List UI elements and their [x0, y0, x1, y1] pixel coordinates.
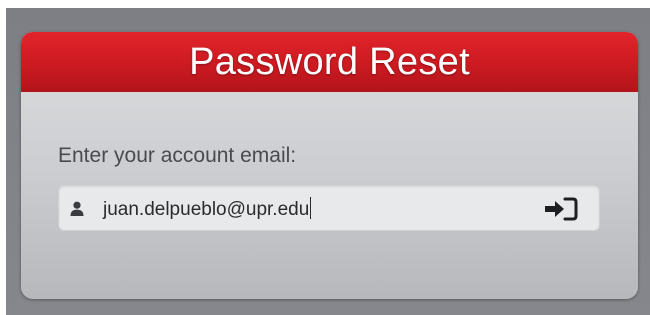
user-icon [68, 200, 86, 218]
email-prompt-label: Enter your account email: [58, 144, 297, 167]
password-reset-dialog: Password Reset Enter your account email:… [21, 32, 638, 299]
sign-in-icon[interactable] [543, 196, 579, 222]
dialog-header: Password Reset [21, 32, 638, 92]
dialog-title: Password Reset [189, 40, 470, 83]
text-caret [310, 197, 312, 219]
email-input-value[interactable]: juan.delpueblo@upr.edu [103, 197, 312, 221]
email-input[interactable]: juan.delpueblo@upr.edu [58, 185, 600, 231]
